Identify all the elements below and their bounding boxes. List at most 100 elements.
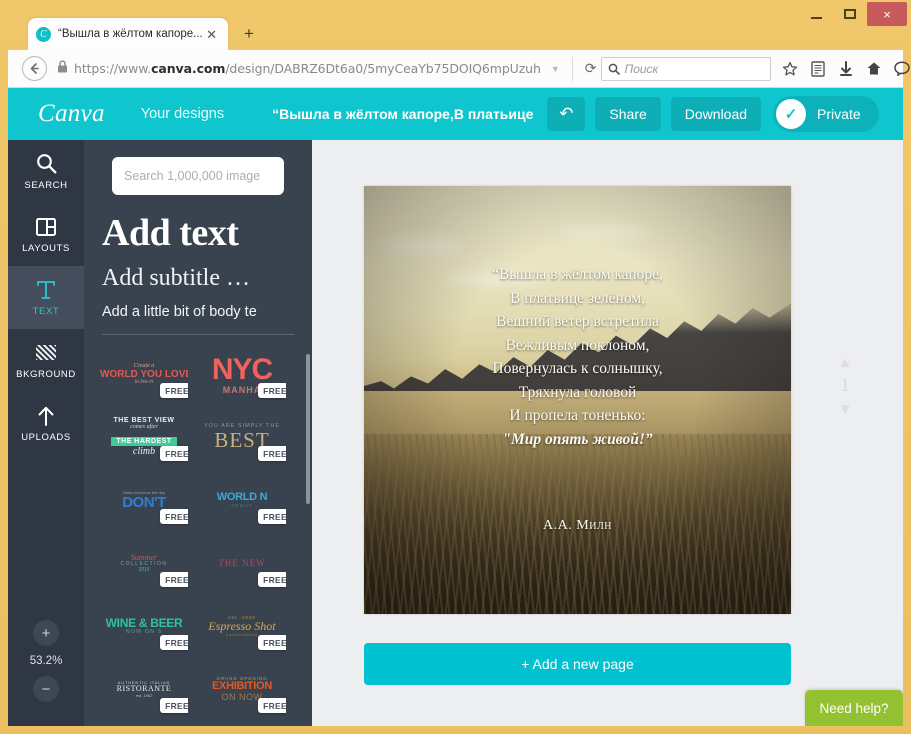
chevron-down-icon[interactable]: ▼ bbox=[547, 64, 564, 74]
zoom-out-button[interactable]: − bbox=[33, 676, 59, 702]
free-badge: FREE bbox=[258, 446, 286, 461]
panel-divider bbox=[102, 334, 294, 335]
need-help-button[interactable]: Need help? bbox=[805, 690, 903, 726]
template-line: TODAY bbox=[230, 502, 254, 508]
template-line: NYC bbox=[211, 353, 273, 387]
document-title[interactable]: “Вышла в жёлтом капоре,В платьице bbox=[272, 106, 533, 122]
downloads-icon[interactable] bbox=[833, 56, 859, 82]
template-preview: AUTHENTIC ITALIAN RISTORANTE est. 1962 bbox=[100, 680, 188, 698]
browser-toolbar-icons bbox=[777, 56, 911, 82]
free-badge: FREE bbox=[160, 383, 188, 398]
poem-line: Тряхнула головой bbox=[518, 383, 637, 401]
design-page[interactable]: “Вышла в жёлтом капоре, В платьице зелёно… bbox=[364, 186, 791, 614]
sidebar-item-text[interactable]: TEXT bbox=[8, 266, 84, 329]
browser-tab[interactable]: C “Вышла в жёлтом капоре... ✕ bbox=[28, 18, 228, 50]
background-icon bbox=[35, 342, 57, 364]
text-template-item[interactable]: WORLD N TODAY FREE bbox=[198, 473, 286, 528]
template-line: THE HARDEST bbox=[111, 436, 177, 447]
text-template-item[interactable]: Summer COLLECTION 2015 FREE bbox=[100, 536, 188, 591]
editor-canvas-area: “Вышла в жёлтом капоре, В платьице зелёно… bbox=[312, 140, 903, 726]
browser-search-placeholder: Поиск bbox=[624, 61, 659, 76]
chevron-down-icon[interactable]: ▼ bbox=[838, 402, 853, 417]
template-line: comes after bbox=[130, 424, 158, 431]
text-template-item[interactable]: est. 1920 Espresso Shot handcrafted FREE bbox=[198, 599, 286, 654]
layouts-icon bbox=[36, 216, 56, 238]
page-navigator: ▲ 1 ▼ bbox=[831, 355, 859, 417]
back-button[interactable] bbox=[22, 56, 47, 81]
add-subtitle-option[interactable]: Add subtitle … bbox=[102, 265, 312, 292]
home-icon[interactable] bbox=[861, 56, 887, 82]
zoom-in-button[interactable]: + bbox=[33, 620, 59, 646]
sidebar-item-bkground[interactable]: BKGROUND bbox=[8, 329, 84, 392]
privacy-label: Private bbox=[817, 106, 861, 122]
free-badge: FREE bbox=[258, 635, 286, 650]
panel-search-placeholder: Search 1,000,000 image bbox=[124, 169, 261, 183]
url-text: https://www.canva.com/design/DABRZ6Dt6a0… bbox=[74, 61, 541, 76]
text-template-item[interactable]: Children'sFAIRYSTORIFREE bbox=[100, 725, 188, 726]
poem-line: В платьице зелёном, bbox=[510, 289, 645, 307]
address-bar[interactable]: https://www.canva.com/design/DABRZ6Dt6a0… bbox=[57, 56, 573, 81]
text-template-item[interactable]: WINE & BEER NOW ON S FREE bbox=[100, 599, 188, 654]
sidebar-item-uploads[interactable]: UPLOADS bbox=[8, 392, 84, 455]
text-template-item[interactable]: Create a WORLD YOU LOVE to live in FREE bbox=[100, 347, 188, 402]
panel-search-input[interactable]: Search 1,000,000 image bbox=[112, 157, 284, 195]
zoom-percent-label: 53.2% bbox=[29, 655, 63, 667]
poem-line-italic: "Мир опять живой!” bbox=[502, 430, 653, 448]
poem-line: Вежливым поклоном, bbox=[505, 336, 650, 354]
download-button[interactable]: Download bbox=[670, 97, 762, 131]
sidebar-item-layouts[interactable]: LAYOUTS bbox=[8, 203, 84, 266]
text-template-item[interactable]: THE BEST VIEW comes after THE HARDEST climb… bbox=[100, 410, 188, 465]
free-badge: FREE bbox=[258, 383, 286, 398]
undo-button[interactable]: ↶ bbox=[547, 97, 586, 131]
zoom-controls: + 53.2% − bbox=[8, 620, 84, 702]
text-t-icon bbox=[36, 279, 56, 301]
chevron-up-icon[interactable]: ▲ bbox=[838, 355, 853, 370]
sidebar-label: BKGROUND bbox=[16, 368, 76, 380]
free-badge: FREE bbox=[258, 509, 286, 524]
sidebar-label: LAYOUTS bbox=[22, 242, 70, 254]
template-preview: WORLD N TODAY bbox=[198, 492, 286, 508]
poem-author[interactable]: А.А. Милн bbox=[364, 518, 791, 534]
text-template-item[interactable]: MEXICOTRAVEL GUIDEFREE bbox=[198, 725, 286, 726]
add-new-page-button[interactable]: + Add a new page bbox=[364, 643, 791, 685]
close-icon[interactable]: ✕ bbox=[203, 28, 220, 41]
free-badge: FREE bbox=[258, 572, 286, 587]
page-number: 1 bbox=[840, 375, 850, 396]
chat-icon[interactable] bbox=[889, 56, 911, 82]
canva-header: Canva Your designs “Вышла в жёлтом капор… bbox=[8, 88, 903, 140]
browser-navbar: https://www.canva.com/design/DABRZ6Dt6a0… bbox=[8, 50, 910, 88]
library-icon[interactable] bbox=[805, 56, 831, 82]
sidebar-label: UPLOADS bbox=[21, 431, 71, 443]
text-template-item[interactable]: THE NEW FREE bbox=[198, 536, 286, 591]
sidebar-item-search[interactable]: SEARCH bbox=[8, 140, 84, 203]
template-preview: THE NEW bbox=[198, 558, 286, 568]
text-template-item[interactable]: AUTHENTIC ITALIAN RISTORANTE est. 1962 FREE bbox=[100, 662, 188, 717]
sidebar-label: TEXT bbox=[32, 305, 60, 317]
star-icon[interactable] bbox=[777, 56, 803, 82]
search-icon bbox=[36, 153, 57, 175]
text-template-item[interactable]: YOU ARE SIMPLY THE BEST FREE bbox=[198, 410, 286, 465]
privacy-toggle[interactable]: ✓ Private bbox=[773, 96, 879, 132]
poem-text-block[interactable]: “Вышла в жёлтом капоре, В платьице зелёно… bbox=[364, 263, 791, 451]
poem-line: “Вышла в жёлтом капоре, bbox=[492, 266, 663, 284]
share-button[interactable]: Share bbox=[595, 97, 661, 131]
text-template-item[interactable]: NYC MANHA FREE bbox=[198, 347, 286, 402]
add-heading-option[interactable]: Add text bbox=[102, 211, 312, 255]
add-body-option[interactable]: Add a little bit of body te bbox=[102, 304, 312, 320]
text-template-item[interactable]: GRAND OPENING EXHIBITION ON NOW FREE bbox=[198, 662, 286, 717]
panel-scrollbar[interactable] bbox=[306, 354, 310, 504]
canva-favicon-icon: C bbox=[36, 26, 51, 42]
text-panel: Search 1,000,000 image Add text Add subt… bbox=[84, 140, 312, 726]
reload-icon[interactable]: ⟳ bbox=[581, 60, 601, 77]
canva-logo[interactable]: Canva bbox=[38, 100, 105, 128]
check-icon: ✓ bbox=[776, 99, 807, 129]
sidebar-label: SEARCH bbox=[24, 179, 68, 191]
new-tab-button[interactable]: + bbox=[238, 24, 260, 46]
free-badge: FREE bbox=[160, 572, 188, 587]
text-template-item[interactable]: Make tomorrow the day DON'T FREE bbox=[100, 473, 188, 528]
tab-strip: C “Вышла в жёлтом капоре... ✕ + bbox=[0, 18, 911, 50]
your-designs-link[interactable]: Your designs bbox=[141, 106, 224, 122]
free-badge: FREE bbox=[160, 509, 188, 524]
upload-arrow-icon bbox=[36, 405, 56, 427]
browser-search-input[interactable]: Поиск bbox=[600, 56, 771, 81]
